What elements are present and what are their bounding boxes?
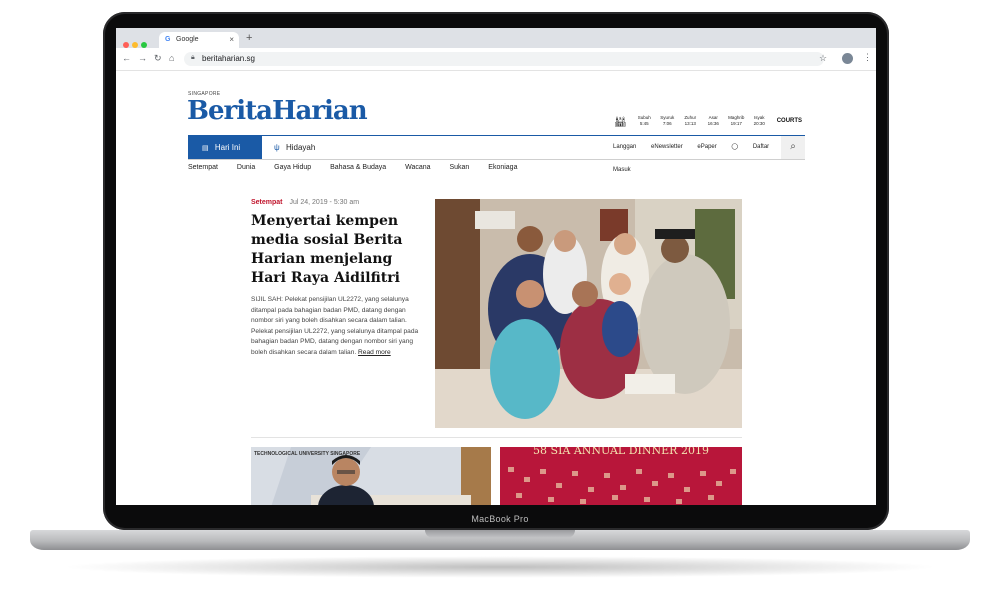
link-epaper[interactable]: ePaper (697, 144, 716, 150)
tab-title: Google (176, 36, 199, 43)
laptop-notch (425, 530, 575, 538)
lead-article: Setempat Jul 24, 2019 - 5:30 am Menyerta… (251, 199, 421, 358)
card-title: 58 SIA ANNUAL DINNER 2019 (533, 447, 709, 457)
prayer-time: Maghrib 19:17 (728, 115, 745, 126)
prayer-times: 🕌︎ Subuh 5:45 Syuruk 7:06 Zuhur 13:13 Asar 1… (614, 115, 802, 128)
section-link[interactable]: Bahasa & Budaya (330, 164, 386, 171)
site-logo[interactable]: BeritaHarian (187, 96, 368, 126)
login-label: Daftar Masuk (613, 144, 770, 173)
new-tab-icon[interactable]: + (246, 32, 252, 44)
star-icon[interactable]: ☆ (819, 53, 827, 64)
article-category[interactable]: Setempat (251, 199, 283, 206)
google-favicon-icon: G (165, 36, 171, 43)
login-link[interactable]: ◯ Daftar Masuk (613, 144, 769, 173)
article-summary-text: SIJIL SAH: Pelekat pensijilan UL2272, ya… (251, 296, 419, 356)
section-link[interactable]: Ekoniaga (488, 164, 517, 171)
section-link[interactable]: Dunia (237, 164, 255, 171)
mosque-icon: 🕌︎ (614, 117, 627, 128)
section-link[interactable]: Gaya Hidup (274, 164, 311, 171)
family-photo (435, 199, 742, 428)
section-divider (251, 437, 742, 438)
menu-icon[interactable]: ⋮ (863, 52, 872, 63)
newspaper-icon: ▤ (202, 145, 209, 152)
back-icon[interactable]: ← (122, 53, 131, 63)
article-card[interactable]: TECHNOLOGICAL UNIVERSITY SINGAPORE (251, 447, 491, 505)
article-meta: Setempat Jul 24, 2019 - 5:30 am (251, 199, 421, 206)
reload-icon[interactable]: ↻ (154, 53, 162, 64)
browser-tab[interactable]: G Google × (159, 32, 239, 48)
prayer-time: Isyak 20:30 (753, 115, 765, 126)
address-bar-row: ← → ↻ ⌂ 🔒︎ beritaharian.sg ☆ ⋮ (116, 48, 876, 71)
profile-avatar[interactable] (842, 53, 853, 64)
tab-hari-ini[interactable]: ▤ Hari Ini (188, 136, 262, 159)
tab-hidayah-label: Hidayah (285, 143, 316, 152)
article-summary: SIJIL SAH: Pelekat pensijilan UL2272, ya… (251, 295, 421, 358)
tab-hidayah[interactable]: ψ Hidayah (274, 136, 315, 159)
url-field[interactable]: 🔒︎ beritaharian.sg (184, 52, 824, 66)
lead-article-photo[interactable] (435, 199, 742, 428)
section-link[interactable]: Wacana (405, 164, 430, 171)
search-icon[interactable]: ⌕ (781, 136, 805, 159)
link-langgan[interactable]: Langgan (613, 144, 636, 150)
section-link[interactable]: Sukan (449, 164, 469, 171)
section-nav: Setempat Dunia Gaya Hidup Bahasa & Buday… (188, 164, 534, 171)
prayer-time: Syuruk 7:06 (660, 115, 675, 126)
tab-hari-ini-label: Hari Ini (214, 143, 241, 152)
device-label: MacBook Pro (471, 514, 529, 524)
article-card[interactable]: 58 SIA ANNUAL DINNER 2019 (500, 447, 742, 505)
read-more-link[interactable]: Read more (358, 349, 391, 356)
sponsor-logo[interactable]: COURTS (777, 118, 802, 124)
browser-window: G Google × + ← → ↻ ⌂ 🔒︎ beritaharian.sg … (116, 28, 876, 505)
tab-bar: G Google × + (116, 28, 876, 48)
user-icon: ◯ (731, 144, 739, 150)
article-headline[interactable]: Menyertai kempen media sosial Berita Har… (251, 212, 421, 288)
hidayah-icon: ψ (274, 143, 280, 152)
prayer-time: Subuh 5:45 (637, 115, 651, 126)
prayer-time: Asar 16:36 (707, 115, 719, 126)
main-nav: ▤ Hari Ini ψ Hidayah Langgan eNewsletter… (188, 135, 805, 173)
article-date: Jul 24, 2019 - 5:30 am (289, 199, 360, 206)
laptop-shadow (60, 556, 940, 578)
card-caption: TECHNOLOGICAL UNIVERSITY SINGAPORE (254, 451, 361, 457)
home-icon[interactable]: ⌂ (169, 53, 174, 63)
forward-icon[interactable]: → (138, 53, 147, 63)
link-enewsletter[interactable]: eNewsletter (651, 144, 683, 150)
close-tab-icon[interactable]: × (229, 35, 234, 44)
website: SINGAPORE BeritaHarian 🕌︎ Subuh 5:45 Syur… (116, 71, 876, 505)
lock-icon: 🔒︎ (191, 54, 195, 61)
prayer-time: Zuhur 13:13 (684, 115, 697, 126)
url-text: beritaharian.sg (202, 54, 255, 63)
top-links: Langgan eNewsletter ePaper ◯ Daftar Masu… (613, 136, 805, 173)
section-link[interactable]: Setempat (188, 164, 218, 171)
